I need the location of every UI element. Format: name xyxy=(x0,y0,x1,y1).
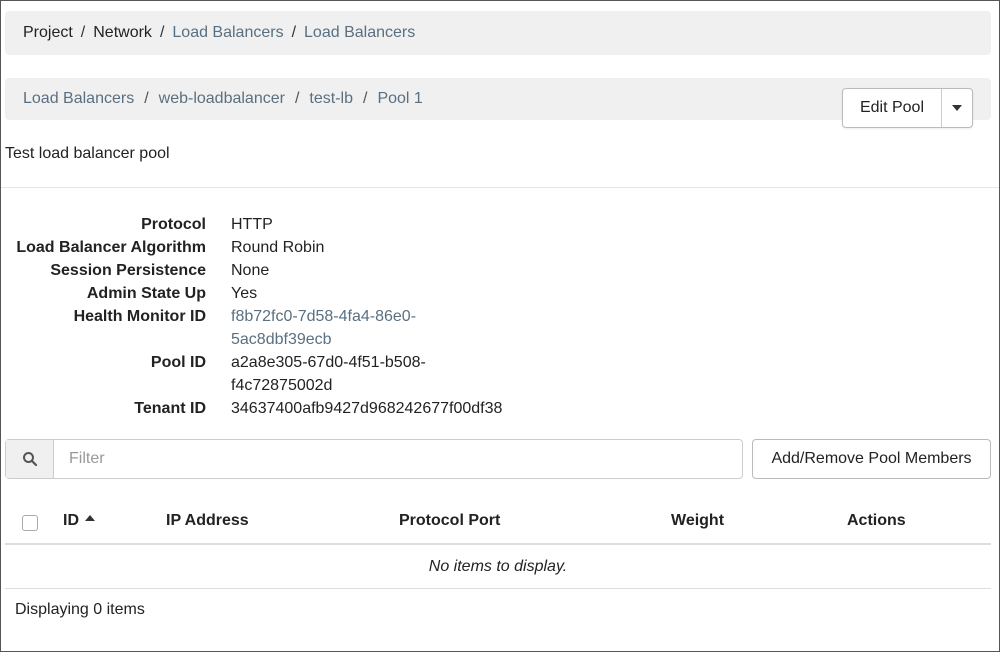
pool-id-line1: a2a8e305-67d0-4f51-b508- xyxy=(231,354,426,371)
prop-row-algorithm: Load Balancer Algorithm Round Robin xyxy=(1,236,531,259)
prop-value: Round Robin xyxy=(231,239,325,256)
pool-id-line2: f4c72875002d xyxy=(231,377,333,394)
filter-input[interactable] xyxy=(54,440,742,478)
prop-label: Tenant ID xyxy=(134,400,206,417)
prop-label: Health Monitor ID xyxy=(73,308,206,325)
sort-ascending-icon xyxy=(85,515,95,521)
pool-description: Test load balancer pool xyxy=(5,145,170,162)
prop-row-pool-id: Pool ID a2a8e305-67d0-4f51-b508- f4c7287… xyxy=(1,351,531,397)
prop-row-tenant-id: Tenant ID 34637400afb9427d968242677f00df… xyxy=(1,397,531,420)
divider xyxy=(1,187,999,188)
prop-row-protocol: Protocol HTTP xyxy=(1,213,531,236)
edit-pool-button[interactable]: Edit Pool xyxy=(843,89,942,127)
column-header-protocol-port[interactable]: Protocol Port xyxy=(399,512,500,530)
health-monitor-id-line1: f8b72fc0-7d58-4fa4-86e0- xyxy=(231,308,417,325)
item-count: Displaying 0 items xyxy=(15,601,145,618)
search-icon xyxy=(22,452,37,467)
detail-crumb-web-loadbalancer[interactable]: web-loadbalancer xyxy=(159,90,285,108)
breadcrumb-network: Network xyxy=(93,24,152,41)
detail-crumb-pool: Pool 1 xyxy=(377,90,423,107)
detail-crumb-load-balancers[interactable]: Load Balancers xyxy=(23,90,134,108)
filter-bar xyxy=(5,439,743,479)
prop-value: HTTP xyxy=(231,216,273,233)
breadcrumb: Project / Network / Load Balancers / Loa… xyxy=(5,11,991,55)
edit-pool-button-group: Edit Pool xyxy=(842,88,973,128)
prop-row-health-monitor: Health Monitor ID f8b72fc0-7d58-4fa4-86e… xyxy=(1,305,531,351)
column-header-actions: Actions xyxy=(847,512,906,529)
table-header: ID IP Address Protocol Port Weight Actio… xyxy=(5,499,991,545)
detail-crumb-test-lb[interactable]: test-lb xyxy=(309,90,353,108)
empty-table-message: No items to display. xyxy=(5,545,991,589)
add-remove-pool-members-button[interactable]: Add/Remove Pool Members xyxy=(752,439,991,479)
prop-label: Protocol xyxy=(141,216,206,233)
health-monitor-link[interactable]: f8b72fc0-7d58-4fa4-86e0- 5ac8dbf39ecb xyxy=(231,305,531,351)
health-monitor-id-line2: 5ac8dbf39ecb xyxy=(231,331,332,348)
column-header-id[interactable]: ID xyxy=(63,512,95,530)
breadcrumb-load-balancers-current[interactable]: Load Balancers xyxy=(304,24,415,42)
prop-value: None xyxy=(231,262,270,279)
prop-label: Session Persistence xyxy=(50,262,206,279)
column-header-ip-address[interactable]: IP Address xyxy=(166,512,249,530)
pool-properties: Protocol HTTP Load Balancer Algorithm Ro… xyxy=(1,213,531,420)
search-icon-box xyxy=(6,440,54,478)
select-all-checkbox[interactable] xyxy=(22,515,38,531)
prop-value: Yes xyxy=(231,285,258,302)
prop-label: Load Balancer Algorithm xyxy=(16,239,206,256)
members-table: ID IP Address Protocol Port Weight Actio… xyxy=(5,499,991,589)
prop-row-session-persistence: Session Persistence None xyxy=(1,259,531,282)
pool-id-value: a2a8e305-67d0-4f51-b508- f4c72875002d xyxy=(231,351,531,397)
more-actions-dropdown-button[interactable] xyxy=(942,89,972,127)
column-header-weight[interactable]: Weight xyxy=(671,512,724,530)
breadcrumb-load-balancers[interactable]: Load Balancers xyxy=(172,24,283,42)
prop-label: Admin State Up xyxy=(86,285,206,302)
prop-value: 34637400afb9427d968242677f00df38 xyxy=(231,400,503,417)
breadcrumb-project: Project xyxy=(23,24,73,41)
prop-row-admin-state: Admin State Up Yes xyxy=(1,282,531,305)
caret-down-icon xyxy=(952,105,962,111)
prop-label: Pool ID xyxy=(150,354,206,371)
